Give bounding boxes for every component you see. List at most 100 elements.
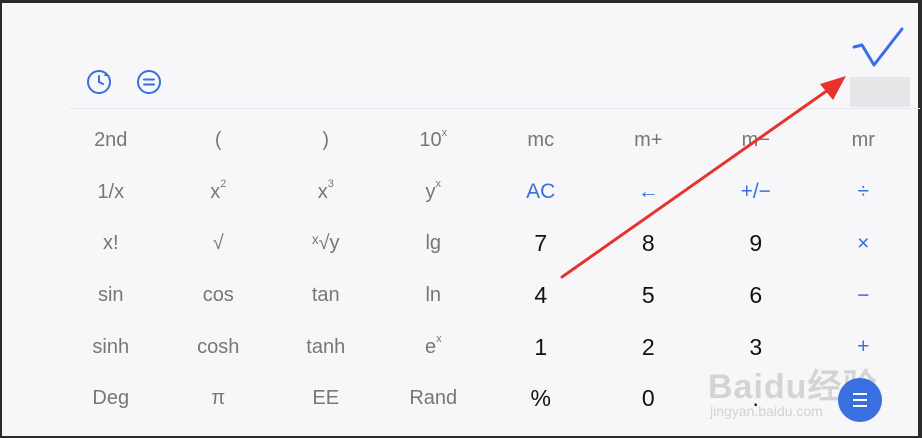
key-label: 1 [534,333,548,360]
key-r1c6[interactable]: +/− [702,167,810,219]
key-label: +/− [740,180,771,204]
key-r1c3[interactable]: yx [380,167,488,219]
key-label: mc [527,129,555,152]
key-r0c1[interactable]: ( [165,115,273,167]
key-label: 8 [641,230,655,257]
key-label: % [530,385,551,412]
key-label: √ [212,232,224,255]
history-icon[interactable] [86,69,112,95]
key-superscript: x [441,126,448,139]
key-label: ( [214,129,222,152]
key-superscript: x [435,178,442,191]
watermark-url: jingyan.baidu.com [710,403,823,419]
key-r3c2[interactable]: tan [272,270,380,322]
key-superscript: 3 [327,178,334,191]
key-label: tanh [306,335,346,358]
key-label: sinh [92,335,130,358]
key-label: y [425,180,436,203]
key-r4c4[interactable]: 1 [487,321,595,373]
key-label: mr [851,129,875,152]
key-r2c5[interactable]: 8 [595,218,703,270]
key-r3c1[interactable]: cos [165,270,273,322]
key-label: Rand [409,387,458,410]
key-r1c0[interactable]: 1/x [57,167,165,219]
checkmark-icon[interactable] [850,27,906,71]
key-r5c1[interactable]: π [165,373,273,425]
key-label: 2nd [94,129,128,152]
key-superscript: 2 [220,178,227,191]
key-label: ln [425,284,442,307]
key-r2c0[interactable]: x! [57,218,165,270]
key-r2c3[interactable]: lg [380,218,488,270]
key-label: tan [311,284,340,307]
key-r0c3[interactable]: 10 x [380,115,488,167]
key-label: − [857,283,870,307]
key-r3c6[interactable]: 6 [702,270,810,322]
key-label: ) [322,129,330,152]
key-label: EE [312,387,340,410]
key-r5c0[interactable]: Deg [57,373,165,425]
key-r2c4[interactable]: 7 [487,218,595,270]
menu-fab-button[interactable] [838,378,882,422]
key-label: 4 [534,282,548,309]
key-label: 1/x [97,180,125,203]
key-r1c2[interactable]: x3 [272,167,380,219]
key-label: cos [202,284,234,307]
key-label: x [317,180,328,203]
key-r3c4[interactable]: 4 [487,270,595,322]
key-r5c5[interactable]: 0 [595,373,703,425]
calculator-panel: 2nd() 10 x mc m+ m− mr 1/x x 2 x 3 y x AC ← +/− ÷ x! √ ˣ√y lg… [2,3,920,436]
key-label: 7 [534,230,548,257]
key-r0c6[interactable]: m− [702,115,810,167]
key-label: π [211,387,226,410]
key-superscript: x [436,333,442,346]
key-label: 2 [641,333,655,360]
key-r0c7[interactable]: mr [810,115,918,167]
key-r1c4[interactable]: AC [487,167,595,219]
key-r4c5[interactable]: 2 [595,321,703,373]
key-r4c2[interactable]: tanh [272,321,380,373]
key-r0c2[interactable]: ) [272,115,380,167]
key-r2c7[interactable]: × [810,218,918,270]
key-r1c5[interactable]: ← [595,167,703,219]
key-label: cosh [197,335,240,358]
key-label: m− [741,129,770,152]
key-r2c6[interactable]: 9 [702,218,810,270]
divider [70,108,920,109]
key-r4c1[interactable]: cosh [165,321,273,373]
key-r5c3[interactable]: Rand [380,373,488,425]
key-r2c2[interactable]: ˣ√y [272,218,380,270]
key-r5c2[interactable]: EE [272,373,380,425]
key-label: AC [526,180,556,204]
key-label: ˣ√y [311,232,340,255]
key-label: sin [97,284,124,307]
key-label: ÷ [857,180,870,204]
key-label: × [857,231,870,255]
key-r0c4[interactable]: mc [487,115,595,167]
key-label: 6 [749,282,763,309]
key-label: x [210,180,221,203]
key-r3c5[interactable]: 5 [595,270,703,322]
key-label: 9 [749,230,763,257]
key-r4c3[interactable]: ex [380,321,488,373]
key-r1c7[interactable]: ÷ [810,167,918,219]
key-label: e [424,335,437,358]
key-r2c1[interactable]: √ [165,218,273,270]
menu-icon[interactable] [136,69,162,95]
key-r3c3[interactable]: ln [380,270,488,322]
key-r4c0[interactable]: sinh [57,321,165,373]
key-r0c5[interactable]: m+ [595,115,703,167]
key-label: 0 [641,385,655,412]
key-label: ← [637,180,659,204]
key-r3c0[interactable]: sin [57,270,165,322]
key-r3c7[interactable]: − [810,270,918,322]
key-label: lg [425,232,442,255]
key-label: Deg [92,387,130,410]
key-r1c1[interactable]: x2 [165,167,273,219]
key-r5c4[interactable]: % [487,373,595,425]
key-label: 5 [641,282,655,309]
key-r0c0[interactable]: 2nd [57,115,165,167]
key-label: m+ [634,129,663,152]
result-display [850,77,910,107]
key-label: x! [102,232,119,255]
